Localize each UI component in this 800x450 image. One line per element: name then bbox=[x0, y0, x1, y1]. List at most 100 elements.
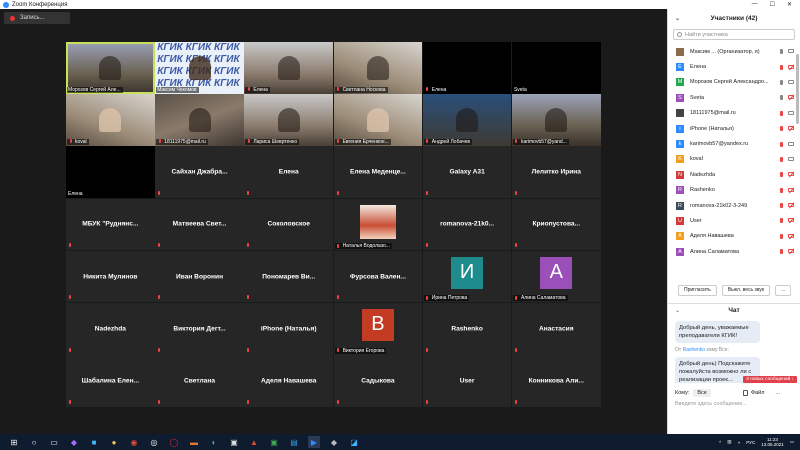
chevron-down-icon[interactable]: ⌄ bbox=[675, 15, 680, 22]
chevron-down-icon[interactable]: ⌄ bbox=[675, 307, 680, 314]
mic-muted-icon[interactable] bbox=[780, 141, 783, 147]
participant-tile[interactable]: User bbox=[422, 355, 512, 407]
video-off-icon[interactable] bbox=[788, 95, 794, 100]
participant-tile[interactable]: Евгения Ерченкое... bbox=[333, 94, 423, 146]
participant-row[interactable]: Rromanova-21k02-3-249 bbox=[668, 198, 800, 213]
mute-all-button[interactable]: Выкл. весь звук bbox=[721, 284, 771, 296]
participant-tile[interactable]: Елена bbox=[422, 42, 512, 94]
participant-row[interactable]: 18111975@mail.ru bbox=[668, 106, 800, 121]
participant-tile[interactable]: Елена bbox=[244, 146, 334, 199]
app-icon[interactable]: ▬ bbox=[188, 436, 200, 448]
participant-tile[interactable]: Лариса Шевртенко bbox=[244, 94, 334, 146]
participant-tile[interactable]: 18111975@mail.ru bbox=[155, 94, 244, 146]
participant-tile[interactable]: Пономарев Ви... bbox=[244, 250, 334, 303]
mic-muted-icon[interactable] bbox=[780, 218, 783, 224]
participant-row[interactable]: U User bbox=[668, 213, 800, 228]
tray-chevron-icon[interactable]: ^ bbox=[719, 440, 721, 445]
video-icon[interactable] bbox=[788, 156, 794, 161]
app-icon[interactable]: ● bbox=[108, 436, 120, 448]
video-off-icon[interactable] bbox=[788, 249, 794, 254]
chrome-icon[interactable]: ◉ bbox=[128, 436, 140, 448]
participant-tile[interactable]: Садыкова bbox=[333, 355, 423, 407]
chat-message-input[interactable]: Введите здесь сообщение... bbox=[668, 397, 800, 411]
new-messages-badge[interactable]: 3 новых сообщений ↓ bbox=[743, 376, 797, 383]
mic-icon[interactable] bbox=[780, 79, 783, 85]
participant-scrollbar[interactable] bbox=[796, 54, 799, 124]
mic-muted-icon[interactable] bbox=[780, 203, 783, 209]
participant-tile[interactable]: Иван Воронин bbox=[155, 250, 244, 303]
participant-row[interactable]: i iPhone (Наталья) bbox=[668, 121, 800, 136]
video-icon[interactable] bbox=[788, 49, 794, 54]
language-indicator[interactable]: РУС bbox=[746, 440, 755, 445]
video-off-icon[interactable] bbox=[788, 203, 794, 208]
app-icon[interactable]: ▲ bbox=[248, 436, 260, 448]
participant-tile[interactable]: Анастасия bbox=[511, 302, 601, 355]
video-off-icon[interactable] bbox=[788, 126, 794, 131]
task-view-icon[interactable]: ▭ bbox=[48, 436, 60, 448]
chat-sender[interactable]: Rashenko bbox=[683, 347, 706, 353]
participant-tile[interactable]: koval bbox=[66, 94, 155, 146]
participant-tile[interactable]: Светлана bbox=[155, 355, 244, 407]
participant-tile[interactable]: Наталья Водолазо... bbox=[333, 198, 423, 251]
app-icon[interactable]: ▣ bbox=[268, 436, 280, 448]
minimize-button[interactable]: — bbox=[752, 1, 758, 8]
participant-row[interactable]: Kkoval bbox=[668, 152, 800, 167]
participant-row[interactable]: M Морозов Сергей Александро... bbox=[668, 75, 800, 90]
participant-tile[interactable]: karimovb57@yand... bbox=[511, 94, 601, 146]
participant-row[interactable]: S Sveta bbox=[668, 90, 800, 105]
participant-tile[interactable]: МБУК "Руднянс... bbox=[66, 198, 155, 251]
clock[interactable]: 11:23 13.05.2021 bbox=[761, 437, 784, 447]
mic-muted-icon[interactable] bbox=[780, 233, 783, 239]
recording-indicator[interactable]: Запись... bbox=[4, 12, 70, 24]
maximize-button[interactable]: ☐ bbox=[770, 1, 775, 8]
participant-tile[interactable]: Sveta bbox=[511, 42, 601, 94]
app-icon[interactable]: ▣ bbox=[228, 436, 240, 448]
mic-muted-icon[interactable] bbox=[780, 126, 783, 132]
participant-tile[interactable]: Конникова Али... bbox=[511, 355, 601, 407]
participant-tile[interactable]: Андрей Лобачев bbox=[422, 94, 512, 146]
mic-muted-icon[interactable] bbox=[780, 249, 783, 255]
participant-tile[interactable]: Елена bbox=[244, 42, 334, 94]
app-icon[interactable]: ■ bbox=[88, 436, 100, 448]
close-button[interactable]: ✕ bbox=[787, 1, 792, 8]
chat-more-button[interactable]: ... bbox=[775, 390, 780, 396]
participant-tile[interactable]: Фурсова Вален... bbox=[333, 250, 423, 303]
opera-icon[interactable]: ◯ bbox=[168, 436, 180, 448]
video-icon[interactable] bbox=[788, 110, 794, 115]
participant-tile[interactable]: А Алина Саламатова bbox=[511, 250, 601, 303]
search-icon[interactable]: ○ bbox=[28, 436, 40, 448]
recipient-select[interactable]: Все bbox=[693, 389, 711, 397]
participant-tile[interactable]: Елена bbox=[66, 146, 155, 199]
mic-muted-icon[interactable] bbox=[780, 110, 783, 116]
video-off-icon[interactable] bbox=[788, 233, 794, 238]
participant-row[interactable]: Максим ... (Организатор, я) bbox=[668, 44, 800, 59]
participant-tile[interactable]: В Виктория Егорова bbox=[333, 302, 423, 355]
video-off-icon[interactable] bbox=[788, 187, 794, 192]
notifications-icon[interactable]: ▭ bbox=[790, 439, 794, 445]
participant-tile[interactable]: Galaxy A31 bbox=[422, 146, 512, 199]
file-button[interactable]: Файл ... bbox=[742, 390, 780, 396]
participant-tile[interactable]: Rashenko bbox=[422, 302, 512, 355]
participant-row[interactable]: R Rashenko bbox=[668, 183, 800, 198]
participant-row[interactable]: A Аделя Навашева bbox=[668, 229, 800, 244]
participant-tile[interactable]: Морозов Сергей Алe... bbox=[66, 42, 155, 94]
app-icon[interactable]: ◪ bbox=[348, 436, 360, 448]
more-options-button[interactable]: ... bbox=[775, 284, 792, 296]
app-icon[interactable]: ▤ bbox=[288, 436, 300, 448]
participant-tile[interactable]: Шабалина Елен... bbox=[66, 355, 155, 407]
participant-tile[interactable]: Никита Мулинов bbox=[66, 250, 155, 303]
participant-tile[interactable]: Лелитко Ирина bbox=[511, 146, 601, 199]
mic-icon[interactable] bbox=[780, 49, 783, 55]
participant-tile[interactable]: Криопустова... bbox=[511, 198, 601, 251]
participant-tile[interactable]: Nadezhda bbox=[66, 302, 155, 355]
participant-tile[interactable]: Светлана Носкова bbox=[333, 42, 423, 94]
participant-row[interactable]: k karimovb57@yandex.ru bbox=[668, 136, 800, 151]
invite-button[interactable]: Пригласить bbox=[678, 284, 717, 296]
app-icon[interactable]: ◆ bbox=[68, 436, 80, 448]
participant-tile[interactable]: Виктория Дегт... bbox=[155, 302, 244, 355]
video-icon[interactable] bbox=[788, 141, 794, 146]
participant-row[interactable]: E Елена bbox=[668, 59, 800, 74]
participant-tile[interactable]: Сайхан Джабра... bbox=[155, 146, 244, 199]
video-icon[interactable] bbox=[788, 79, 794, 84]
mic-muted-icon[interactable] bbox=[780, 187, 783, 193]
